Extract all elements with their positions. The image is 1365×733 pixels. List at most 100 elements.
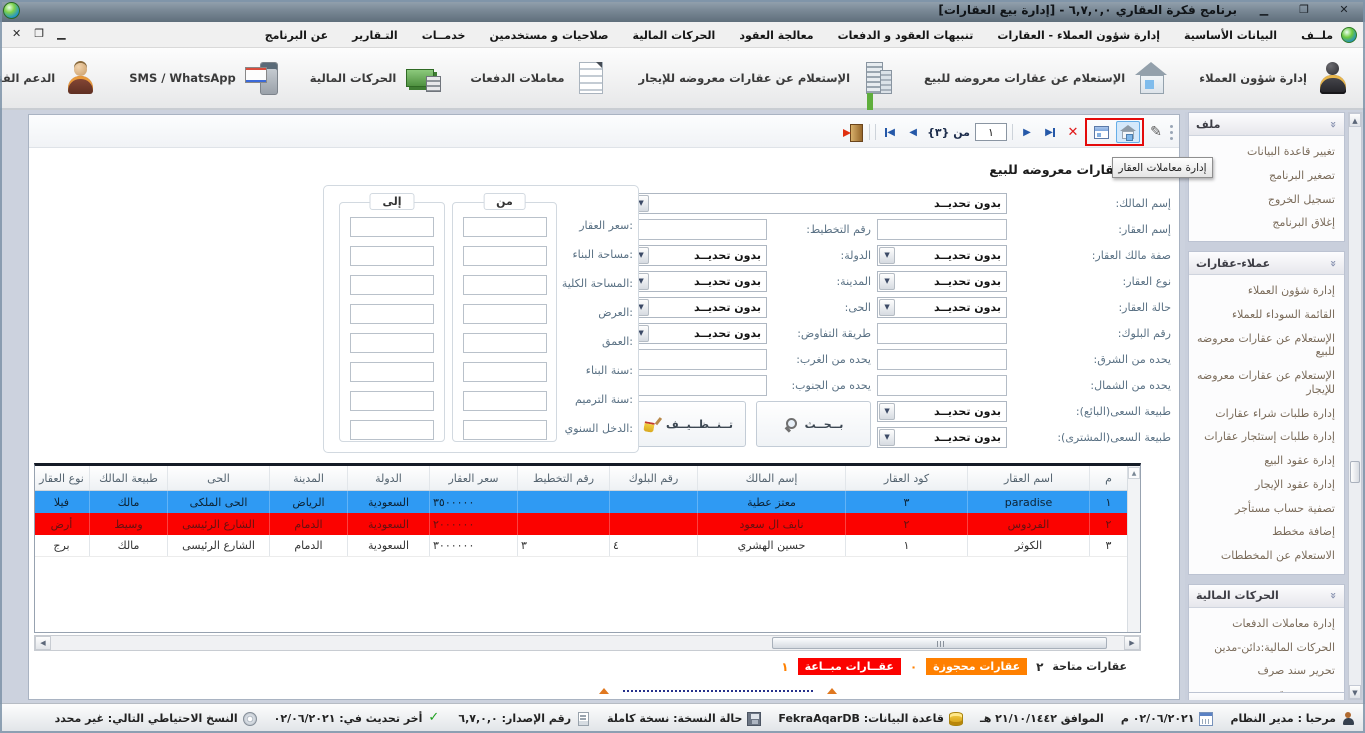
scrollbar-thumb[interactable] — [772, 637, 1107, 649]
filter-combo[interactable]: بدون تحديــد▼ — [631, 323, 767, 344]
filter-input[interactable] — [877, 375, 1007, 396]
filter-combo[interactable]: بدون تحديــد▼ — [631, 193, 1007, 214]
range-input-from[interactable] — [463, 391, 547, 411]
sidebar-item[interactable]: إدارة طلبات شراء عقارات — [1189, 402, 1344, 426]
sidebar-item[interactable]: الإستعلام عن عقارات معروضه للبيع — [1189, 327, 1344, 365]
menu-item-10[interactable]: عن البرنامج — [265, 29, 328, 42]
scrollbar-thumb[interactable] — [1350, 461, 1360, 483]
column-header[interactable]: اسم العقار — [967, 466, 1089, 490]
delete-record-button[interactable]: ✕ — [1064, 121, 1082, 143]
range-input-to[interactable] — [350, 275, 434, 295]
table-row[interactable]: ٣الكوثر١حسين الهشري٤٣٣٠٠٠٠٠٠السعوديةالدم… — [35, 535, 1127, 557]
property-transactions-button[interactable] — [1116, 121, 1140, 143]
menu-item-9[interactable]: التـقارير — [352, 29, 398, 42]
column-header[interactable]: كود العقار — [845, 466, 967, 490]
exit-door-icon[interactable] — [843, 123, 864, 142]
mdi-minimize-button[interactable]: ▁ — [57, 27, 65, 40]
range-input-from[interactable] — [463, 304, 547, 324]
filter-combo[interactable]: بدون تحديــد▼ — [631, 271, 767, 292]
range-input-to[interactable] — [350, 246, 434, 266]
sidebar-item[interactable]: الإستعلام عن عقارات معروضه للإيجار — [1189, 364, 1344, 402]
first-record-button[interactable]: ◀ — [881, 121, 899, 143]
sidebar-item[interactable]: الاستعلام عن المخططات — [1189, 544, 1344, 568]
menu-item-6[interactable]: الحركات المالية — [633, 29, 716, 42]
column-header[interactable]: سعر العقار — [429, 466, 517, 490]
filter-input[interactable] — [877, 323, 1007, 344]
dropdown-arrow-icon[interactable]: ▼ — [879, 299, 895, 316]
range-input-from[interactable] — [463, 217, 547, 237]
filter-input[interactable] — [631, 375, 767, 396]
range-input-to[interactable] — [350, 362, 434, 382]
splitter-handle[interactable] — [599, 688, 837, 694]
property-form-button[interactable] — [1089, 121, 1113, 143]
next-record-button[interactable]: ▶ — [1018, 121, 1036, 143]
edit-pencil-icon[interactable]: ✎ — [1147, 121, 1165, 143]
record-number-input[interactable]: ١ — [975, 123, 1007, 141]
mdi-close-button[interactable]: ✕ — [12, 27, 21, 40]
filter-combo[interactable]: بدون تحديــد▼ — [877, 427, 1007, 448]
column-header[interactable]: رقم التخطيط — [517, 466, 609, 490]
sidebar-item[interactable]: تسجيل الخروج — [1189, 188, 1344, 212]
search-button[interactable]: بــحــث — [756, 401, 871, 447]
filter-input[interactable] — [631, 349, 767, 370]
toolbar-item-customer-person[interactable]: إدارة شؤون العملاء — [1199, 60, 1351, 96]
menu-item-4[interactable]: تنبيهات العقود و الدفعات — [838, 29, 974, 42]
filter-input[interactable] — [631, 219, 767, 240]
filter-combo[interactable]: بدون تحديــد▼ — [631, 297, 767, 318]
dropdown-arrow-icon[interactable]: ▼ — [879, 429, 895, 446]
grid-vertical-scrollbar[interactable]: ▲ — [1127, 466, 1140, 632]
menu-item-2[interactable]: البيانات الأساسية — [1184, 29, 1277, 42]
column-header[interactable]: رقم البلوك — [609, 466, 697, 490]
column-header[interactable]: نوع العقار — [35, 466, 89, 490]
last-record-button[interactable]: ▶ — [1041, 121, 1059, 143]
range-input-from[interactable] — [463, 246, 547, 266]
previous-record-button[interactable]: ◀ — [904, 121, 922, 143]
range-input-to[interactable] — [350, 304, 434, 324]
scroll-left-arrow-icon[interactable]: ◀ — [35, 636, 51, 650]
range-input-to[interactable] — [350, 391, 434, 411]
toolbar-item-money[interactable]: الحركات المالية — [310, 60, 441, 96]
menu-item-8[interactable]: خدمــات — [422, 29, 466, 42]
clean-button[interactable]: تــنــظــيــف — [631, 401, 746, 447]
scroll-down-arrow-icon[interactable]: ▼ — [1349, 685, 1361, 699]
sidebar-item[interactable]: تصفية حساب مستأجر — [1189, 497, 1344, 521]
range-input-from[interactable] — [463, 362, 547, 382]
filter-combo[interactable]: بدون تحديــد▼ — [877, 245, 1007, 266]
sidebar-item[interactable]: إدارة عقود الإيجار — [1189, 473, 1344, 497]
sidebar-item[interactable]: الحركات المالية:دائن-مدين — [1189, 636, 1344, 660]
close-button[interactable]: ✕ — [1331, 2, 1357, 17]
column-header[interactable]: المدينة — [269, 466, 347, 490]
sidebar-item[interactable]: القائمة السوداء للعملاء — [1189, 303, 1344, 327]
menu-item-3[interactable]: إدارة شؤون العملاء - العقارات — [997, 29, 1160, 42]
range-input-to[interactable] — [350, 420, 434, 440]
range-input-from[interactable] — [463, 275, 547, 295]
sidebar-item[interactable]: إدارة عقود البيع — [1189, 449, 1344, 473]
filter-input[interactable] — [877, 219, 1007, 240]
dropdown-arrow-icon[interactable]: ▼ — [879, 273, 895, 290]
sidebar-scrollbar[interactable]: ▲ ▼ — [1348, 112, 1362, 700]
table-row[interactable]: ٢الفردوس٢نايف ال سعود٢٠٠٠٠٠٠السعوديةالدم… — [35, 513, 1127, 535]
minimize-button[interactable]: ▁ — [1251, 2, 1277, 17]
sidebar-group-header[interactable]: عملاء-عقارات« — [1189, 252, 1344, 275]
range-input-to[interactable] — [350, 217, 434, 237]
menu-item-5[interactable]: معالجة العقود — [739, 29, 813, 42]
range-input-to[interactable] — [350, 333, 434, 353]
scroll-up-arrow-icon[interactable]: ▲ — [1349, 113, 1361, 127]
sidebar-item[interactable]: إضافة مخطط — [1189, 520, 1344, 544]
sidebar-item[interactable]: إغلاق البرنامج — [1189, 211, 1344, 235]
dropdown-arrow-icon[interactable]: ▼ — [879, 247, 895, 264]
toolbar-item-phone-sms[interactable]: SMS / WhatsApp — [129, 60, 280, 96]
sidebar-group-header[interactable]: الحركات المالية« — [1189, 585, 1344, 608]
scroll-right-arrow-icon[interactable]: ▶ — [1124, 636, 1140, 650]
filter-combo[interactable]: بدون تحديــد▼ — [877, 297, 1007, 318]
sidebar-item[interactable]: إدارة شؤون العملاء — [1189, 279, 1344, 303]
toolbar-item-building[interactable]: الإستعلام عن عقارات معروضه للإيجار — [638, 60, 894, 96]
column-header[interactable]: إسم المالك — [697, 466, 845, 490]
range-input-from[interactable] — [463, 333, 547, 353]
mdi-restore-button[interactable]: ❐ — [34, 27, 44, 40]
dropdown-arrow-icon[interactable]: ▼ — [879, 403, 895, 420]
toolbar-item-payments-doc[interactable]: معاملات الدفعات — [470, 60, 608, 96]
restore-button[interactable]: ❐ — [1291, 2, 1317, 17]
sidebar-group-header[interactable]: ملف« — [1189, 113, 1344, 136]
sidebar-item[interactable]: إدارة طلبات إستئجار عقارات — [1189, 425, 1344, 449]
